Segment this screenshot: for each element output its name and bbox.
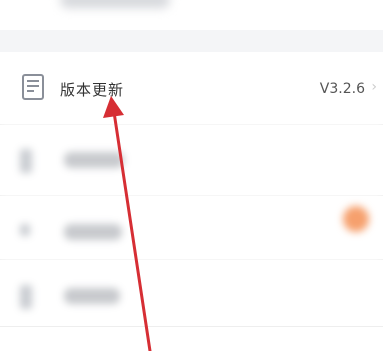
version-update-label: 版本更新 — [60, 81, 125, 99]
section-divider — [0, 30, 383, 52]
blurred-row-2[interactable] — [0, 196, 383, 268]
notification-badge — [343, 206, 369, 232]
row-divider — [0, 326, 383, 327]
chevron-right-icon: › — [371, 79, 377, 95]
blurred-label — [64, 288, 120, 304]
version-update-row[interactable]: 版本更新 V3.2.6 › — [0, 52, 383, 125]
blurred-label — [64, 224, 122, 240]
blurred-icon — [20, 224, 30, 236]
blurred-row-3[interactable] — [0, 260, 383, 332]
blurred-label — [64, 152, 124, 168]
version-number: V3.2.6 — [319, 81, 365, 97]
blurred-icon — [20, 149, 32, 173]
document-icon — [22, 74, 44, 100]
blurred-row-1[interactable] — [0, 124, 383, 196]
blurred-row-top — [0, 0, 383, 30]
blurred-icon — [20, 285, 32, 309]
blurred-text-placeholder — [60, 0, 170, 8]
